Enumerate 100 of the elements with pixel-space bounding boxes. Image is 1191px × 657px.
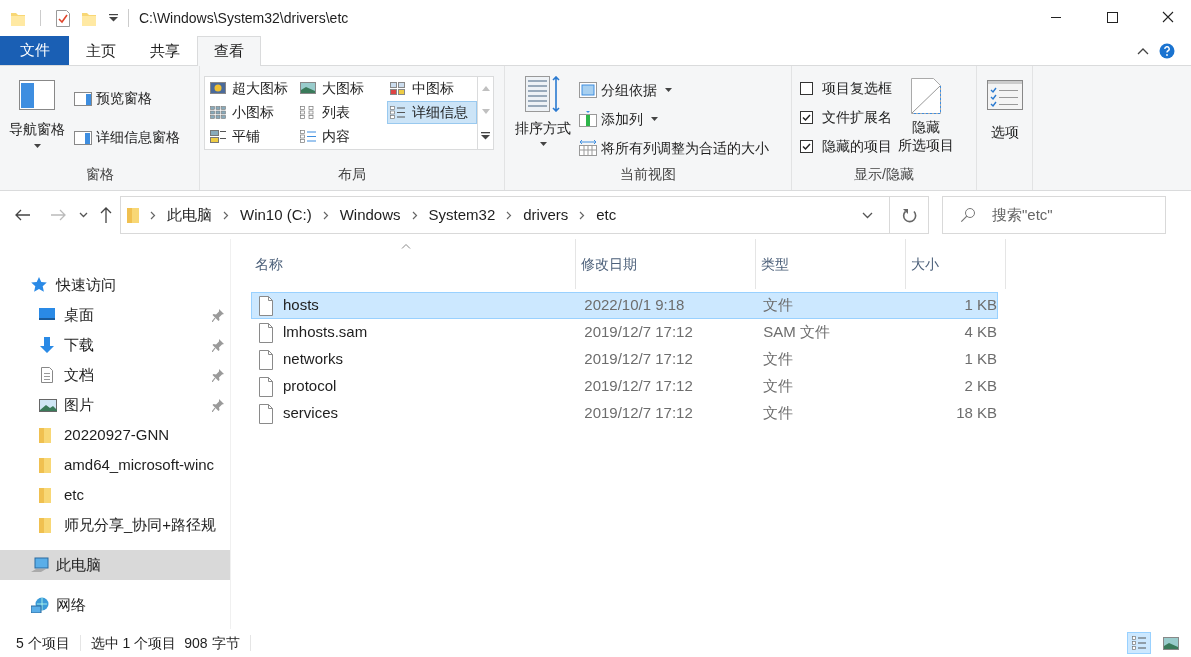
sidebar-item[interactable]: 网络 [0, 590, 230, 620]
checkbox-option[interactable]: 隐藏的项目 [800, 136, 892, 156]
options-button[interactable]: 选项 [977, 74, 1032, 190]
view-icon [390, 106, 406, 119]
ribbon-tab[interactable]: 文件 [0, 36, 69, 65]
file-name: hosts [283, 295, 320, 316]
up-icon[interactable] [100, 207, 112, 223]
chevron-right-icon[interactable] [223, 210, 229, 220]
file-type: 文件 [763, 295, 795, 316]
sidebar-item[interactable]: 20220927-GNN [0, 420, 230, 450]
breadcrumb[interactable]: Windows [339, 203, 401, 227]
details-icon [1132, 636, 1146, 650]
search-input[interactable]: 搜索"etc" [992, 203, 1162, 227]
breadcrumb[interactable]: drivers [523, 203, 569, 227]
group-label: 显示/隐藏 [853, 165, 915, 184]
item-label: 图片 [64, 394, 94, 415]
breadcrumb[interactable]: System32 [428, 203, 496, 227]
view-icon [579, 82, 597, 98]
ribbon-tab[interactable]: 共享 [133, 36, 197, 66]
refresh-button[interactable] [890, 196, 929, 234]
address-bar[interactable]: 此电脑 Win10 (C:) Windows System32 drivers etc [120, 196, 890, 234]
column-header[interactable]: 大小 [906, 239, 1006, 289]
file-size: 1 KB [963, 295, 997, 316]
details-view-button[interactable] [1127, 632, 1151, 654]
layout-option[interactable]: 中图标 [387, 77, 477, 100]
layout-option[interactable]: 详细信息 [387, 101, 477, 124]
add-columns-button[interactable]: 添加列 [579, 109, 769, 129]
view-icon [210, 130, 226, 143]
sidebar-item[interactable]: 文档 [0, 360, 230, 390]
chevron-right-icon[interactable] [150, 210, 156, 220]
checkbox[interactable] [800, 81, 813, 95]
help-icon[interactable] [1159, 43, 1175, 59]
layout-option[interactable]: 小图标 [207, 101, 297, 124]
file-row[interactable]: hosts 2022/10/1 9:18 文件 1 KB [251, 292, 998, 319]
breadcrumb[interactable]: etc [596, 203, 617, 227]
checkbox-option[interactable]: 文件扩展名 [800, 107, 892, 127]
layout-option[interactable]: 列表 [297, 101, 387, 124]
checkbox-option[interactable]: 项目复选框 [800, 78, 892, 98]
dropdown-icon[interactable] [109, 14, 118, 22]
recent-locations-icon[interactable] [79, 212, 88, 218]
sidebar-item[interactable]: 图片 [0, 390, 230, 420]
navigation-pane-button[interactable]: 导航窗格 [0, 74, 74, 164]
details-pane-button[interactable]: 详细信息窗格 [74, 127, 180, 148]
item-label: 桌面 [64, 304, 94, 325]
sort-icon [525, 76, 561, 112]
breadcrumb[interactable]: 此电脑 [167, 203, 212, 227]
sidebar-item[interactable]: 桌面 [0, 300, 230, 330]
column-header[interactable]: 类型 [756, 239, 906, 289]
checkbox[interactable] [800, 110, 813, 124]
file-name: lmhosts.sam [283, 322, 369, 343]
sidebar-item[interactable]: 此电脑 [0, 550, 230, 580]
checklist-icon[interactable] [55, 9, 71, 27]
file-row[interactable]: lmhosts.sam 2019/12/7 17:12 SAM 文件 4 KB [251, 319, 998, 346]
ribbon-tab[interactable]: 主页 [69, 36, 133, 66]
breadcrumb[interactable]: Win10 (C:) [240, 203, 312, 227]
file-row[interactable]: services 2019/12/7 17:12 文件 18 KB [251, 400, 998, 427]
file-row[interactable]: protocol 2019/12/7 17:12 文件 2 KB [251, 373, 998, 400]
sidebar-item[interactable]: 师兄分享_协同+路径规 [0, 510, 230, 540]
chevron-right-icon[interactable] [579, 210, 586, 220]
layout-option[interactable]: 大图标 [297, 77, 387, 100]
modified-date: 2019/12/7 17:12 [584, 349, 694, 370]
column-header[interactable]: 名称 [250, 239, 576, 289]
sidebar-item[interactable]: 快速访问 [0, 270, 230, 300]
chevron-right-icon[interactable] [506, 210, 513, 220]
sort-ascending-icon [401, 243, 411, 249]
page-icon [911, 78, 941, 114]
chevron-up-icon[interactable] [1137, 47, 1149, 55]
view-icon [579, 111, 597, 127]
view-icon [300, 106, 316, 119]
sidebar-item[interactable]: etc [0, 480, 230, 510]
picture-icon [39, 397, 57, 413]
chevron-right-icon[interactable] [322, 210, 329, 220]
chevron-right-icon[interactable] [411, 210, 418, 220]
column-header[interactable]: 修改日期 [576, 239, 756, 289]
search-field[interactable]: 搜索"etc" [942, 196, 1166, 234]
view-icon [300, 82, 316, 95]
file-row[interactable]: networks 2019/12/7 17:12 文件 1 KB [251, 346, 998, 373]
hide-selected-button[interactable]: 隐藏 所选项目 [898, 74, 954, 164]
layout-option[interactable]: 内容 [297, 125, 387, 148]
sidebar-item[interactable]: 下载 [0, 330, 230, 360]
view-icon [579, 140, 597, 156]
size-columns-button[interactable]: 将所有列调整为合适的大小 [579, 138, 769, 158]
expand-gallery-icon[interactable] [481, 132, 490, 140]
preview-pane-button[interactable]: 预览窗格 [74, 88, 180, 109]
sidebar-item[interactable]: amd64_microsoft-winc [0, 450, 230, 480]
group-by-button[interactable]: 分组依据 [579, 80, 769, 100]
sort-by-button[interactable]: 排序方式 [507, 74, 579, 164]
file-size: 1 KB [963, 349, 997, 370]
file-icon [258, 295, 274, 316]
checkbox[interactable] [800, 139, 813, 153]
status-text: 5 个项目 [16, 633, 70, 653]
layout-option[interactable]: 超大图标 [207, 77, 297, 100]
layout-option[interactable]: 平铺 [207, 125, 297, 148]
dropdown-icon[interactable] [862, 211, 873, 219]
ribbon-tab[interactable]: 查看 [197, 36, 261, 66]
back-icon[interactable] [15, 209, 31, 221]
caret-icon [539, 142, 547, 146]
file-icon [258, 349, 274, 370]
modified-date: 2019/12/7 17:12 [584, 403, 694, 424]
item-label: 师兄分享_协同+路径规 [64, 514, 217, 535]
